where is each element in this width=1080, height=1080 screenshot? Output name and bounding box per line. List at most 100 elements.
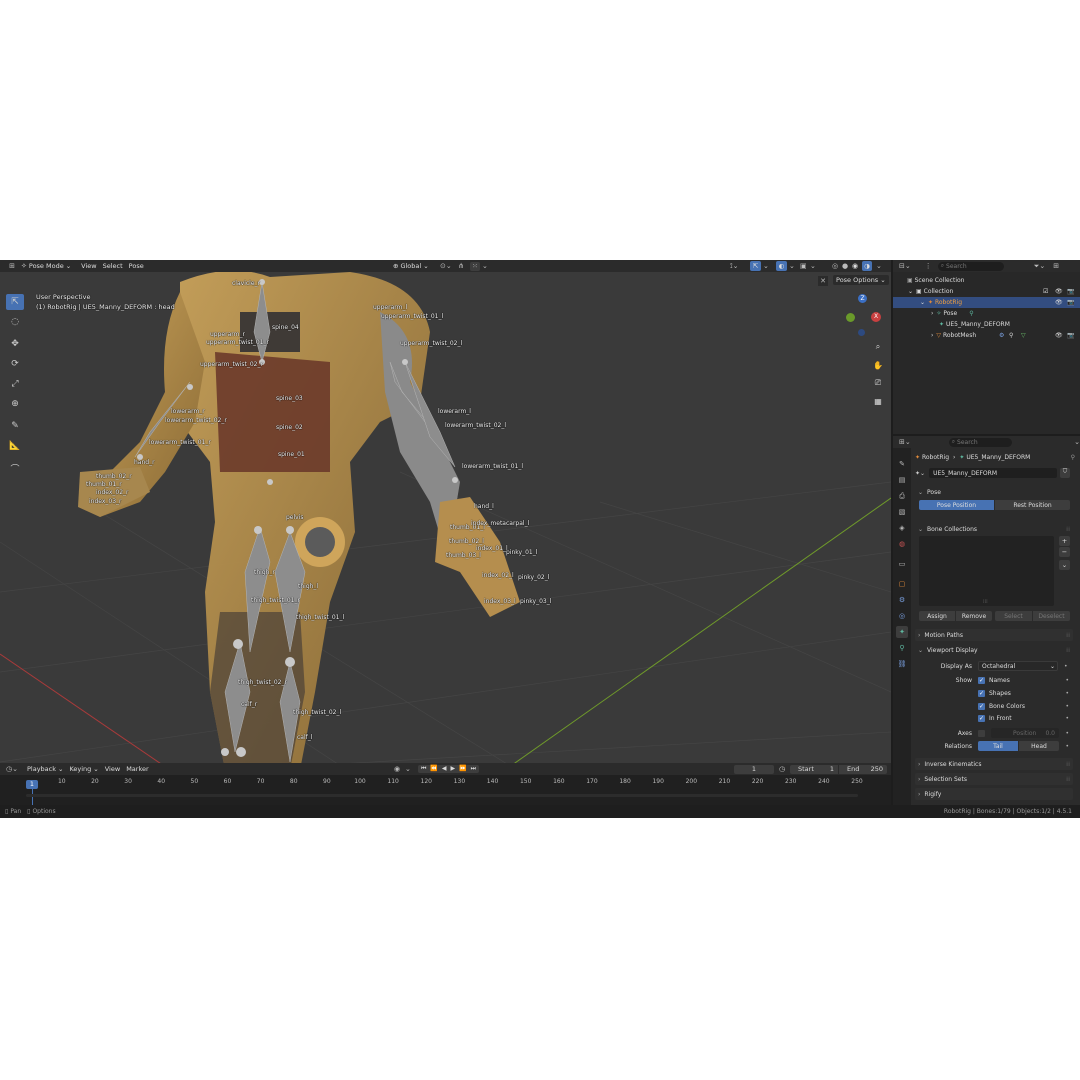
tail-button[interactable]: Tail [978, 741, 1018, 751]
eye-icon[interactable]: 👁 [1055, 299, 1063, 306]
pose-options-dropdown[interactable]: Pose Options ⌄ [833, 275, 889, 285]
panel-bone-collections[interactable]: ⌄ Bone Collections ⁞⁞ [915, 523, 1073, 535]
pan-hand-icon[interactable]: ✋ [871, 358, 885, 372]
physics-tab-icon[interactable]: ◎ [896, 610, 908, 622]
rotate-tool[interactable]: ⟳ [6, 356, 24, 372]
remove-button[interactable]: Remove [956, 611, 992, 621]
stopwatch-icon[interactable]: ◷ [779, 765, 785, 773]
add-collection-button[interactable]: + [1059, 536, 1070, 546]
bone-tab-icon[interactable]: ⚲ [896, 642, 908, 654]
outliner-row-collection[interactable]: ⌄ ▣ Collection ☑ 👁 📷 [893, 286, 1080, 297]
bone-collections-list[interactable]: ⁞⁞⁞ [919, 536, 1054, 606]
play-reverse-icon[interactable]: ◀ [442, 765, 447, 773]
pivot-icon[interactable]: ⊙⌄ [440, 262, 452, 270]
close-sidebar-icon[interactable]: ✕ [818, 276, 828, 286]
drag-handle-icon[interactable]: ⁞⁞ [1066, 632, 1070, 639]
camera-icon[interactable]: 📷 [1067, 288, 1074, 295]
start-frame-field[interactable]: Start 1 [790, 764, 838, 774]
menu-view[interactable]: View [78, 262, 99, 270]
outliner-search[interactable]: ⌕ Search [937, 261, 1004, 271]
in-front-checkbox[interactable]: ✓ [978, 714, 985, 722]
collection-tab-icon[interactable]: ▭ [896, 558, 908, 570]
gizmo-toggle-button[interactable]: ⇱ [750, 261, 761, 271]
show-bone-colors-row[interactable]: ✓ Bone Colors • [915, 701, 1075, 711]
pin-icon[interactable]: ⚲ [1071, 454, 1075, 461]
show-in-front-row[interactable]: ✓ In Front • [915, 713, 1075, 723]
shading-options-icon[interactable]: ⌄ [876, 262, 882, 270]
properties-editor-icon[interactable]: ⊞⌄ [899, 438, 911, 446]
armature-data-tab-icon[interactable]: ✦ [896, 626, 908, 638]
annotate-tool[interactable]: ✎ [6, 418, 24, 434]
panel-rigify[interactable]: › Rigify [915, 788, 1073, 800]
data-name-field[interactable]: UE5_Manny_DEFORM [929, 468, 1058, 478]
panel-viewport-display[interactable]: ⌄ Viewport Display ⁞⁞ [915, 644, 1073, 656]
playhead[interactable]: 1 [26, 780, 38, 789]
zoom-icon[interactable]: ⌕ [871, 340, 885, 354]
current-frame-field[interactable]: 1 [734, 764, 774, 774]
outliner-editor-icon[interactable]: ⊟⌄ [899, 262, 911, 270]
next-keyframe-icon[interactable]: ⏩ [459, 765, 466, 773]
collection-specials-button[interactable]: ⌄ [1059, 560, 1070, 570]
panel-motion-paths[interactable]: › Motion Paths ⁞⁞ [915, 629, 1073, 641]
object-tab-icon[interactable]: ▢ [896, 578, 908, 590]
armature-data-icon[interactable]: ✦⌄ [915, 470, 925, 477]
show-shapes-row[interactable]: ✓ Shapes • [915, 688, 1075, 698]
overlay-options-icon[interactable]: ⌄ [789, 262, 795, 270]
select-box-tool[interactable]: ⇱ [6, 294, 24, 310]
names-checkbox[interactable]: ✓ [978, 676, 985, 684]
keyframe-dot-icon[interactable]: • [1065, 677, 1069, 684]
drag-handle-icon[interactable]: ⁞⁞ [1066, 526, 1070, 533]
visibility-icon[interactable]: ⟟⌄ [730, 262, 738, 271]
camera-icon[interactable]: 📷 [1067, 332, 1074, 339]
3d-viewport[interactable]: User Perspective (1) RobotRig | UE5_Mann… [0, 272, 891, 818]
play-icon[interactable]: ▶ [451, 765, 456, 773]
panel-inverse-kinematics[interactable]: › Inverse Kinematics ⁞⁞ [915, 758, 1073, 770]
shading-solid-icon[interactable]: ● [842, 262, 848, 270]
view-layer-tab-icon[interactable]: ▧ [896, 506, 908, 518]
navigation-gizmo[interactable]: Z X [842, 294, 884, 336]
keyframe-dot-icon[interactable]: • [1065, 715, 1069, 722]
keyframe-dot-icon[interactable]: • [1065, 690, 1069, 697]
jump-end-icon[interactable]: ⏭ [471, 765, 476, 773]
panel-selection-sets[interactable]: › Selection Sets ⁞⁞ [915, 773, 1073, 785]
bone-colors-checkbox[interactable]: ✓ [978, 702, 985, 710]
drag-handle-icon[interactable]: ⁞⁞ [1066, 647, 1070, 654]
deselect-button[interactable]: Deselect [1033, 611, 1070, 621]
show-names-row[interactable]: Show ✓ Names • [915, 675, 1075, 685]
pose-position-button[interactable]: Pose Position [919, 500, 994, 510]
output-tab-icon[interactable]: ⎙ [896, 490, 908, 502]
proportional-icon[interactable]: ⌄ [482, 262, 488, 270]
shading-material-icon[interactable]: ◉ [852, 262, 858, 270]
jump-start-icon[interactable]: ⏮ [421, 765, 426, 773]
shading-wireframe-icon[interactable]: ◎ [832, 262, 838, 270]
mode-dropdown[interactable]: ✧ Pose Mode ⌄ [18, 262, 74, 270]
outliner-row-armature[interactable]: ✦ UE5_Manny_DEFORM [893, 319, 1080, 330]
end-frame-field[interactable]: End 250 [839, 764, 887, 774]
head-button[interactable]: Head [1019, 741, 1059, 751]
keying-set-icon[interactable]: ⌄ [405, 765, 411, 773]
assign-button[interactable]: Assign [919, 611, 955, 621]
record-icon[interactable]: ◉ [394, 765, 400, 773]
camera-icon[interactable]: 📷 [1067, 299, 1074, 306]
scale-tool[interactable]: ⤢ [6, 376, 24, 392]
properties-search[interactable]: ⌕ Search [948, 437, 1013, 447]
resize-handle-icon[interactable]: ⁞⁞⁞ [983, 599, 988, 605]
outliner-row-pose[interactable]: › ✧ Pose ⚲ [893, 308, 1080, 319]
camera-view-icon[interactable]: ⎚ [871, 376, 885, 390]
display-as-dropdown[interactable]: Octahedral ⌄ [978, 661, 1058, 671]
xray-icon[interactable]: ▣ [800, 262, 807, 270]
menu-pose[interactable]: Pose [126, 262, 147, 270]
filter-icon[interactable]: ⏷⌄ [1034, 262, 1045, 271]
keyframe-dot-icon[interactable]: • [1065, 743, 1069, 750]
drag-handle-icon[interactable]: ⁞⁞ [1066, 761, 1070, 768]
frame-ruler[interactable]: 10 20 30 40 50 60 70 80 90 100 110 120 130 140 150 160 1… [0, 775, 891, 805]
prev-keyframe-icon[interactable]: ⏪ [430, 765, 437, 773]
rest-position-button[interactable]: Rest Position [995, 500, 1070, 510]
shading-rendered-icon[interactable]: ◑ [862, 261, 872, 271]
menu-view[interactable]: View [102, 765, 123, 773]
xray-options-icon[interactable]: ⌄ [810, 262, 816, 270]
axes-position-field[interactable]: Position 0.0 [991, 728, 1059, 738]
remove-collection-button[interactable]: − [1059, 547, 1070, 557]
menu-playback[interactable]: Playback ⌄ [24, 765, 66, 773]
snap-icon[interactable]: ⋔ [458, 262, 464, 270]
